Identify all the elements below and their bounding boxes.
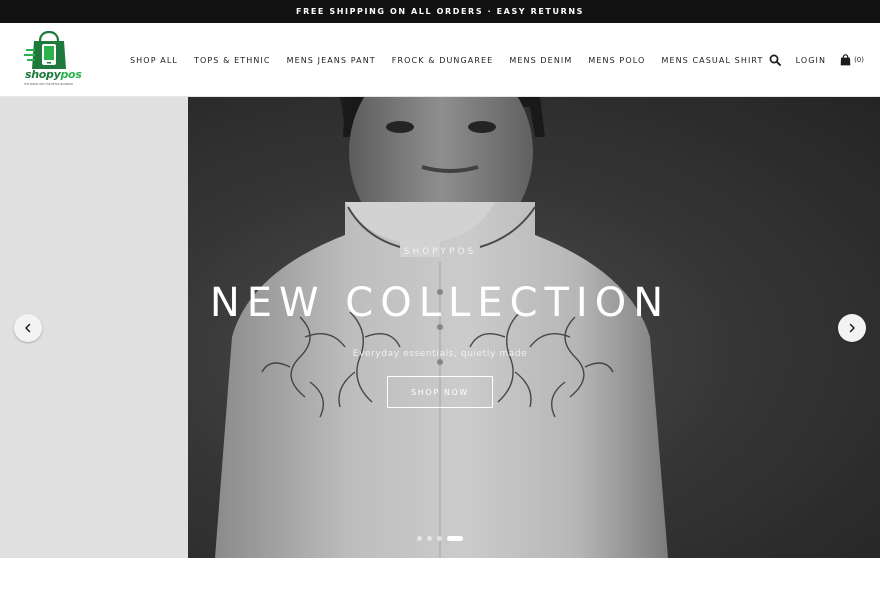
hero-text: Everyday essentials, quietly made — [352, 349, 528, 359]
hero-overlay — [0, 97, 880, 558]
search-icon[interactable] — [768, 53, 782, 67]
nav-item-mens-jeans-pant[interactable]: MENS JEANS PANT — [287, 56, 376, 65]
nav-item-tops-ethnic[interactable]: TOPS & ETHNIC — [194, 56, 271, 65]
below-fold-section — [0, 558, 880, 591]
cart-button[interactable]: (0) — [840, 54, 864, 66]
logo-wordmark: shopypos — [25, 68, 82, 81]
shop-now-button[interactable]: SHOP NOW — [387, 376, 493, 408]
nav-item-shop-all[interactable]: SHOP ALL — [130, 56, 178, 65]
cart-count: (0) — [854, 56, 864, 64]
site-logo[interactable]: shopypos THE SMART WAY FOR RETAIL BUSINE… — [22, 31, 82, 89]
nav-item-mens-denim[interactable]: MENS DENIM — [509, 56, 572, 65]
announcement-text: FREE SHIPPING ON ALL ORDERS · EASY RETUR… — [296, 7, 584, 16]
slide-dot-4[interactable] — [447, 536, 463, 541]
nav-item-mens-casual-shirt[interactable]: MENS CASUAL SHIRT — [661, 56, 763, 65]
slide-next-button[interactable] — [838, 314, 866, 342]
hero-heading: NEW COLLECTION — [209, 280, 671, 326]
main-nav: SHOP ALL TOPS & ETHNIC MENS JEANS PANT F… — [130, 23, 779, 97]
slide-dot-3[interactable] — [437, 536, 442, 541]
chevron-left-icon — [25, 323, 31, 333]
shopping-bag-icon — [840, 54, 851, 66]
header-tools: LOGIN (0) — [768, 23, 864, 97]
slide-prev-button[interactable] — [14, 314, 42, 342]
slide-dot-2[interactable] — [427, 536, 432, 541]
login-link[interactable]: LOGIN — [796, 56, 827, 65]
nav-item-frock-dungaree[interactable]: FROCK & DUNGAREE — [392, 56, 494, 65]
hero-slideshow: SHOPYPOS NEW COLLECTION Everyday essenti… — [0, 97, 880, 558]
chevron-right-icon — [849, 323, 855, 333]
shopping-bag-logo-icon — [24, 31, 66, 69]
announcement-bar: FREE SHIPPING ON ALL ORDERS · EASY RETUR… — [0, 0, 880, 23]
slide-dots — [0, 536, 880, 541]
hero-subheading: SHOPYPOS — [403, 247, 477, 257]
logo-tagline: THE SMART WAY FOR RETAIL BUSINESS — [24, 83, 74, 86]
nav-item-mens-polo[interactable]: MENS POLO — [588, 56, 645, 65]
site-header: shopypos THE SMART WAY FOR RETAIL BUSINE… — [0, 23, 880, 97]
slide-dot-1[interactable] — [417, 536, 422, 541]
